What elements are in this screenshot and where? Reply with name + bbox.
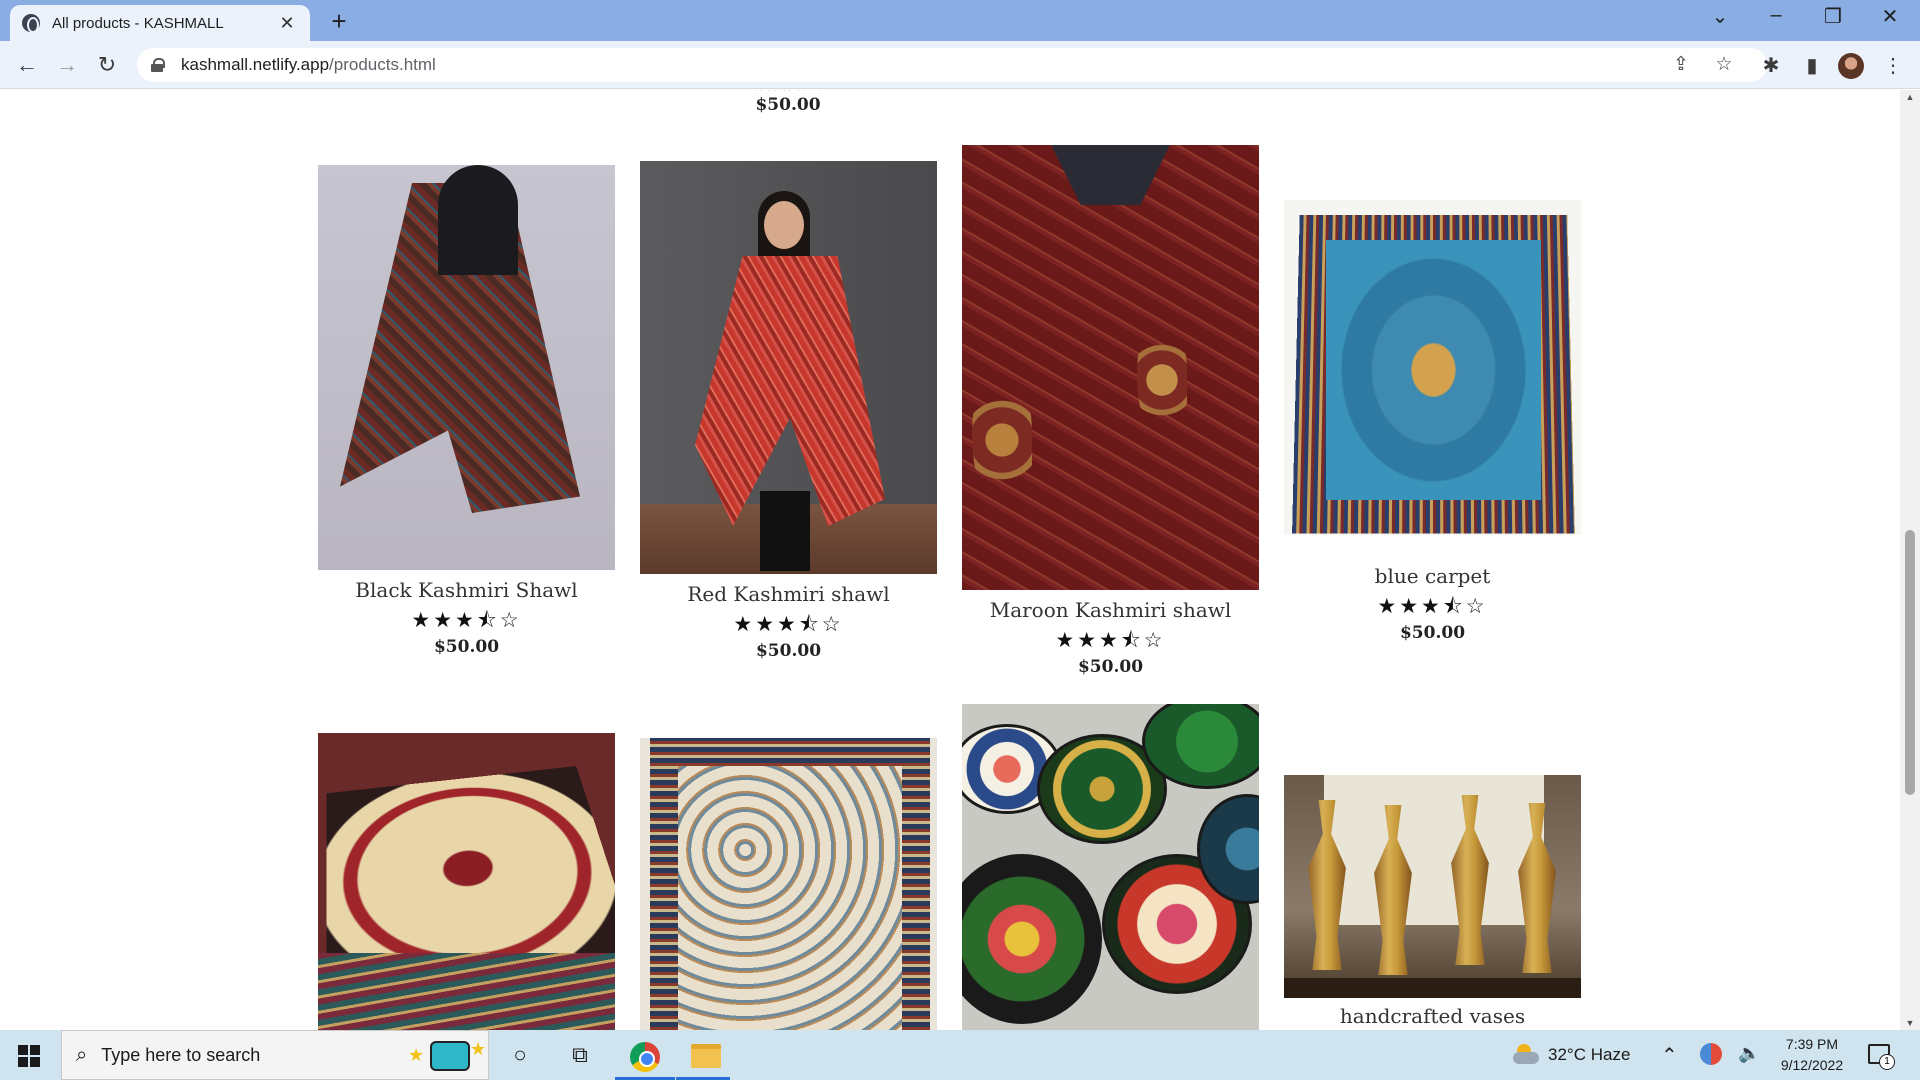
paisley-motif bbox=[1137, 315, 1187, 445]
notification-count-badge: 1 bbox=[1879, 1054, 1895, 1070]
papier-mache-boxes-image[interactable] bbox=[962, 704, 1259, 1030]
scroll-down-arrow-icon[interactable]: ▼ bbox=[1900, 1018, 1920, 1028]
side-panel-icon[interactable]: ▮ bbox=[1798, 53, 1826, 78]
product-name[interactable]: Red Kashmiri shawl bbox=[640, 582, 937, 606]
tray-chevron-icon[interactable]: ⌃ bbox=[1661, 1043, 1678, 1068]
lock-icon[interactable] bbox=[151, 58, 165, 72]
volume-icon[interactable]: 🔈 bbox=[1738, 1043, 1760, 1064]
extensions-icon[interactable]: ✱ bbox=[1757, 53, 1785, 78]
share-icon[interactable]: ⇪ bbox=[1668, 53, 1694, 76]
model-figure bbox=[438, 165, 518, 275]
scroll-up-arrow-icon[interactable]: ▲ bbox=[1900, 92, 1920, 102]
product-name[interactable]: handcrafted vases bbox=[1284, 1004, 1581, 1028]
rating-stars: ★★★⯪☆ bbox=[1377, 595, 1488, 618]
carpet-field bbox=[1326, 240, 1541, 500]
start-tile bbox=[30, 1045, 40, 1055]
vases-image[interactable] bbox=[1284, 775, 1581, 998]
start-tile bbox=[18, 1057, 28, 1067]
shawl-image[interactable] bbox=[318, 165, 615, 570]
rating-stars: ★★★⯪☆ bbox=[411, 609, 522, 632]
rating-stars: ★★★⯪☆ bbox=[1055, 629, 1166, 652]
page-scrollbar[interactable]: ▲ ▼ bbox=[1900, 90, 1920, 1030]
product-name[interactable]: Maroon Kashmiri shawl bbox=[962, 598, 1259, 622]
start-tile bbox=[18, 1045, 28, 1055]
tab-title: All products - KASHMALL bbox=[52, 14, 224, 32]
browser-tab-bar: All products - KASHMALL ✕ + ⌄ – ❐ ✕ bbox=[0, 0, 1920, 41]
windows-taskbar: ⌕ Type here to search ★ ★ ○ ⧉ 32°C Haze … bbox=[0, 1030, 1920, 1080]
browser-toolbar: ← → ↻ kashmall.netlify.app/products.html… bbox=[0, 41, 1920, 89]
shawl-pattern bbox=[695, 256, 885, 526]
search-icon: ⌕ bbox=[76, 1043, 88, 1066]
weather-icon[interactable] bbox=[1513, 1044, 1541, 1064]
background bbox=[1051, 145, 1170, 205]
clock-time: 7:39 PM bbox=[1785, 1036, 1839, 1052]
rating-stars: ★★★⯪☆ bbox=[733, 613, 844, 636]
address-bar[interactable]: kashmall.netlify.app/products.html ⇪ ☆ bbox=[137, 48, 1767, 82]
tab-search-dropdown-icon[interactable]: ⌄ bbox=[1700, 4, 1740, 29]
page-content: ☆☆☆☆☆ $50.00 Black Kashmiri Shawl ★★★⯪☆ … bbox=[0, 90, 1900, 1030]
chrome-taskbar-icon[interactable] bbox=[630, 1042, 660, 1072]
model-head bbox=[764, 201, 804, 249]
file-explorer-icon[interactable] bbox=[691, 1044, 721, 1068]
url-path: /products.html bbox=[329, 55, 436, 74]
shelf bbox=[1284, 978, 1581, 998]
product-price: $50.00 bbox=[1077, 657, 1144, 677]
bookmark-star-icon[interactable]: ☆ bbox=[1711, 53, 1737, 76]
product-price: $50.00 bbox=[755, 641, 822, 661]
clock-date: 9/12/2022 bbox=[1780, 1057, 1844, 1073]
url-host: kashmall.netlify.app bbox=[181, 55, 330, 74]
price-text: $50.00 bbox=[755, 95, 821, 115]
site-favicon-icon bbox=[22, 14, 40, 33]
minimize-button[interactable]: – bbox=[1756, 4, 1796, 27]
reload-button[interactable]: ↻ bbox=[91, 49, 123, 81]
profile-avatar[interactable] bbox=[1838, 53, 1864, 79]
new-tab-button[interactable]: + bbox=[324, 6, 354, 37]
product-price: $50.00 bbox=[433, 637, 500, 657]
restore-button[interactable]: ❐ bbox=[1813, 4, 1853, 29]
shawl-image[interactable] bbox=[640, 161, 937, 574]
cloud-shape bbox=[1513, 1052, 1539, 1064]
window-background bbox=[1324, 775, 1544, 925]
star-icon: ★ bbox=[408, 1045, 425, 1065]
box bbox=[962, 854, 1102, 1024]
scrollbar-thumb[interactable] bbox=[1905, 530, 1915, 795]
carpet-image[interactable] bbox=[1284, 200, 1581, 535]
close-window-button[interactable]: ✕ bbox=[1870, 4, 1910, 29]
product-name[interactable]: Black Kashmiri Shawl bbox=[318, 578, 615, 602]
task-view-icon[interactable]: ⧉ bbox=[565, 1042, 595, 1068]
carpet-image[interactable] bbox=[318, 733, 615, 1030]
paisley-motif bbox=[972, 365, 1032, 515]
forward-button[interactable]: → bbox=[51, 49, 83, 81]
back-button[interactable]: ← bbox=[11, 49, 43, 81]
search-placeholder: Type here to search bbox=[101, 1044, 261, 1065]
tv-icon bbox=[430, 1041, 470, 1071]
browser-tab[interactable]: All products - KASHMALL ✕ bbox=[10, 5, 310, 41]
product-name[interactable]: blue carpet bbox=[1284, 564, 1581, 588]
taskbar-search-box[interactable]: ⌕ Type here to search ★ ★ bbox=[61, 1030, 489, 1080]
tab-close-icon[interactable]: ✕ bbox=[276, 13, 298, 34]
search-highlight-icon[interactable]: ★ ★ bbox=[408, 1035, 488, 1075]
start-tile bbox=[30, 1057, 40, 1067]
star-icon: ★ bbox=[470, 1039, 487, 1059]
windows-start-icon[interactable] bbox=[18, 1045, 40, 1067]
url-text[interactable]: kashmall.netlify.app/products.html bbox=[181, 55, 436, 75]
model-legs bbox=[760, 491, 810, 571]
system-clock[interactable]: 7:39 PM 9/12/2022 bbox=[1772, 1034, 1852, 1076]
product-price: $50.00 bbox=[708, 95, 868, 115]
cortana-icon[interactable]: ○ bbox=[505, 1042, 535, 1068]
carpet-stack bbox=[318, 953, 615, 1030]
weather-text[interactable]: 32°C Haze bbox=[1548, 1045, 1630, 1065]
browser-menu-icon[interactable]: ⋮ bbox=[1879, 53, 1907, 78]
shawl-image[interactable] bbox=[962, 145, 1259, 590]
product-price: $50.00 bbox=[1399, 623, 1466, 643]
carpet-image[interactable] bbox=[640, 738, 937, 1030]
carpet-field bbox=[678, 766, 902, 1030]
app-tray-icon[interactable] bbox=[1700, 1043, 1722, 1065]
